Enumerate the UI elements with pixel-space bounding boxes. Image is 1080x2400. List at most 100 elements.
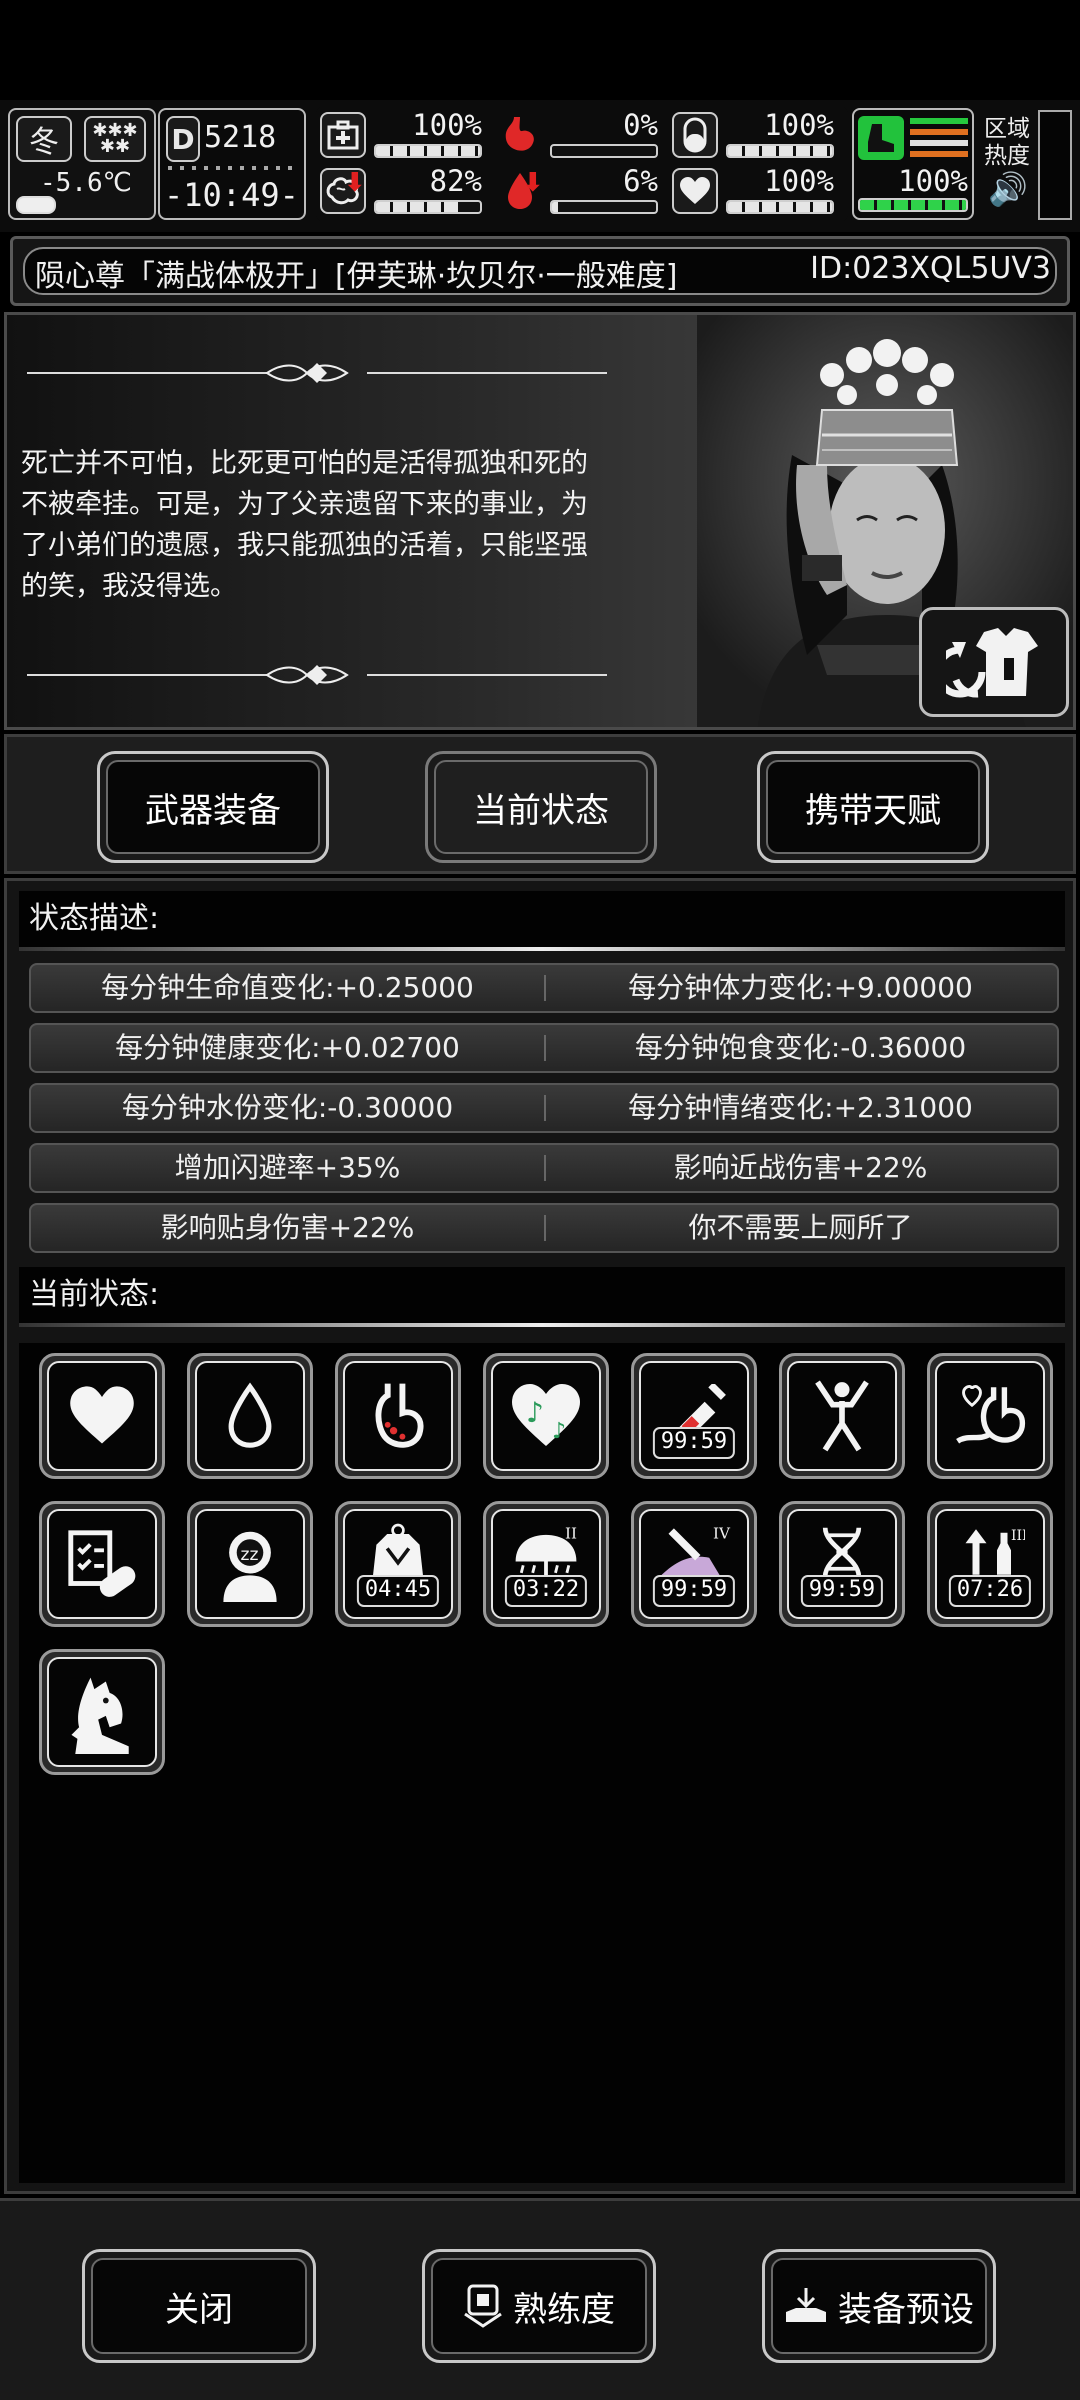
hydration-bar-fill: [552, 202, 559, 212]
proficiency-button[interactable]: 熟练度: [422, 2249, 656, 2363]
stat-stamina-rate: 每分钟体力变化:+9.00000: [628, 971, 973, 1004]
sleeping-head-icon: zz: [223, 1531, 277, 1602]
horse-head-icon: [71, 1677, 129, 1754]
satiety-percent: 0%: [623, 108, 658, 142]
effect-timer: 99:59: [800, 1575, 884, 1607]
effect-timer: 99:59: [652, 1427, 736, 1459]
equipment-preset-button-label: 装备预设: [838, 2289, 974, 2330]
day-clock-panel: D 5218 -10:49-: [158, 108, 306, 220]
svg-text:zz: zz: [241, 1545, 259, 1565]
character-id: ID:023XQL5UV3: [810, 251, 1051, 286]
tab-talents[interactable]: 携带天赋: [757, 751, 989, 863]
stat-row: 增加闪避率+35% 影响近战伤害+22%: [29, 1143, 1059, 1193]
stretching-person-icon: [815, 1380, 869, 1452]
close-button-label: 关闭: [165, 2289, 233, 2330]
outfit-swap-icon: [946, 628, 1038, 698]
medical-checklist-pill-icon: [68, 1530, 136, 1597]
stat-satiety-rate: 每分钟饱食变化:-0.36000: [634, 1031, 967, 1064]
ornament-bottom: [27, 665, 607, 685]
tab-current-status-label: 当前状态: [434, 760, 648, 854]
stat-row: 每分钟健康变化:+0.02700 每分钟饱食变化:-0.36000: [29, 1023, 1059, 1073]
mood-bar-fill: [376, 202, 462, 212]
health-bar-fill: [376, 146, 480, 156]
effect-dna[interactable]: 99:59: [779, 1501, 905, 1627]
svg-text:♪: ♪: [552, 1419, 566, 1444]
boot-icon: [858, 116, 904, 160]
stat-row: 每分钟生命值变化:+0.25000 每分钟体力变化:+9.00000: [29, 963, 1059, 1013]
tab-current-status[interactable]: 当前状态: [425, 751, 657, 863]
effect-injection[interactable]: IV 99:59: [631, 1501, 757, 1627]
medkit-icon: [320, 112, 366, 158]
stat-health-rate: 每分钟健康变化:+0.02700: [115, 1031, 460, 1064]
season-label: 冬: [29, 125, 59, 160]
stat-row: 影响贴身伤害+22% 你不需要上厕所了: [29, 1203, 1059, 1253]
effect-sleeping[interactable]: zz: [187, 1501, 313, 1627]
capsule-percent: 100%: [764, 108, 834, 142]
vitals-panel: 100% 0% 100% ⬇ 82% ⬇ 6% 100%: [316, 106, 848, 222]
character-title: 陨心尊「满战体极开」[伊芙琳·坎贝尔·一般难度]: [35, 259, 678, 294]
effect-bottle-boost[interactable]: III 07:26: [927, 1501, 1053, 1627]
stamina-percent: 100%: [898, 164, 968, 198]
capsule-bar-fill: [728, 146, 832, 156]
status-content[interactable]: 状态描述: 每分钟生命值变化:+0.25000 每分钟体力变化:+9.00000…: [4, 878, 1076, 2194]
equipment-preset-button[interactable]: 装备预设: [762, 2249, 996, 2363]
temperature-value: -5.6℃: [40, 168, 132, 198]
heart-stomach-icon: [956, 1385, 1026, 1444]
tab-bar: 武器装备 当前状态 携带天赋: [4, 734, 1076, 874]
effect-timer: 07:26: [948, 1575, 1032, 1607]
dna-icon: [822, 1527, 862, 1577]
effect-water[interactable]: [187, 1353, 313, 1479]
capsule-icon: [672, 112, 718, 158]
tab-weapons[interactable]: 武器装备: [97, 751, 329, 863]
day-number: 5218: [204, 120, 277, 155]
bottle-boost-icon: III: [965, 1528, 1025, 1575]
snowflake-stars-icon: ✱✱✱ ✱✱: [84, 116, 146, 162]
status-description-header: 状态描述:: [19, 891, 1065, 947]
current-status-header: 当前状态:: [19, 1267, 1065, 1323]
status-hud: 冬 ✱✱✱ ✱✱ -5.6℃ D 5218 -10:49- 100% 0% 100…: [0, 100, 1080, 232]
stat-hydration-rate: 每分钟水份变化:-0.30000: [121, 1091, 454, 1124]
close-button[interactable]: 关闭: [82, 2249, 316, 2363]
stat-dodge-bonus: 增加闪避率+35%: [174, 1151, 401, 1184]
day-badge: D: [166, 116, 200, 162]
mood-bar: [374, 200, 482, 214]
effect-stretching[interactable]: [779, 1353, 905, 1479]
water-drop-icon: [228, 1382, 272, 1448]
capsule-bar: [726, 144, 834, 158]
svg-text:II: II: [565, 1525, 577, 1543]
stat-melee-bonus: 影响近战伤害+22%: [673, 1151, 928, 1184]
speaker-icon[interactable]: 🔊: [988, 170, 1028, 208]
stat-hp-rate: 每分钟生命值变化:+0.25000: [101, 971, 474, 1004]
change-outfit-button[interactable]: [919, 607, 1069, 717]
effect-wounded[interactable]: 04:45: [335, 1501, 461, 1627]
zone-heat-label: 区域热度: [984, 116, 1030, 169]
stat-close-combat-bonus: 影响贴身伤害+22%: [160, 1211, 415, 1244]
effect-syringe[interactable]: 99:59: [631, 1353, 757, 1479]
svg-text:III: III: [1011, 1528, 1025, 1544]
weather-panel[interactable]: 冬 ✱✱✱ ✱✱ -5.6℃: [8, 108, 156, 220]
stamina-panel[interactable]: 100%: [852, 108, 974, 220]
effect-heart[interactable]: [39, 1353, 165, 1479]
effect-umbrella[interactable]: II 03:22: [483, 1501, 609, 1627]
season-badge: 冬: [16, 116, 72, 162]
bottom-action-bar: 关闭 熟练度 装备预设: [0, 2198, 1080, 2400]
health-bar: [374, 144, 482, 158]
clock-divider: [168, 166, 296, 170]
effect-timer: 04:45: [356, 1575, 440, 1607]
stamina-bar: [858, 198, 968, 212]
effect-stomach[interactable]: [335, 1353, 461, 1479]
tab-talents-label: 携带天赋: [766, 760, 980, 854]
effect-timer: 99:59: [652, 1575, 736, 1607]
umbrella-rain-icon: II: [515, 1525, 577, 1581]
tab-weapons-label: 武器装备: [106, 760, 320, 854]
heart-percent: 100%: [764, 164, 834, 198]
effect-music-heart[interactable]: ♪ ♪: [483, 1353, 609, 1479]
effect-heart-stomach[interactable]: [927, 1353, 1053, 1479]
water-falling-arrow-icon: ⬇: [522, 168, 544, 198]
effect-horse-head[interactable]: [39, 1649, 165, 1775]
effect-medical-check[interactable]: [39, 1501, 165, 1627]
character-quote: 死亡并不可怕，比死更可怕的是活得孤独和死的不被牵挂。可是，为了父亲遗留下来的事业…: [21, 448, 588, 602]
header-divider: [19, 1323, 1065, 1327]
heart-bar-fill: [728, 202, 832, 212]
svg-text:♪: ♪: [526, 1396, 544, 1429]
